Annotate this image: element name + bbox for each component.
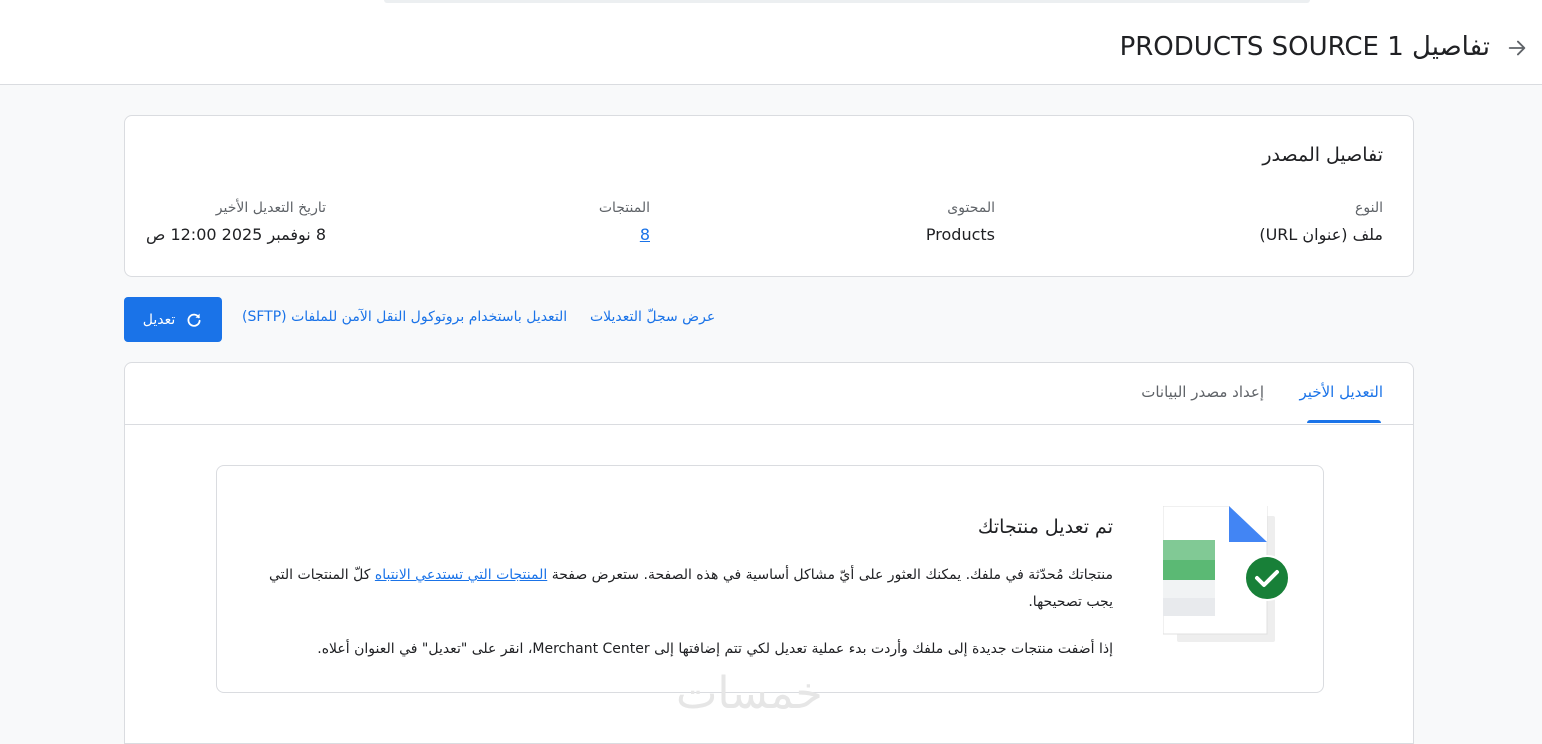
back-button[interactable] — [1500, 31, 1534, 65]
products-label: المنتجات — [598, 200, 650, 216]
view-history-link[interactable]: عرض سجلّ التعديلات — [590, 309, 715, 325]
type-field: النوع ملف (عنوان URL) — [1259, 200, 1383, 244]
refresh-icon — [187, 313, 201, 327]
type-label: النوع — [1355, 200, 1383, 216]
search-bar-edge — [384, 0, 1310, 3]
status-title: تم تعديل منتجاتك — [977, 516, 1113, 538]
last-update-label: تاريخ التعديل الأخير — [215, 200, 326, 216]
source-details-title: تفاصيل المصدر — [1262, 144, 1383, 166]
type-value: ملف (عنوان URL) — [1259, 225, 1383, 244]
status-paragraph-1: منتجاتك مُحدّثة في ملفك. يمكنك العثور عل… — [253, 562, 1113, 616]
page-title: تفاصيل PRODUCTS SOURCE 1 — [1119, 32, 1490, 62]
status-panel: تم تعديل منتجاتك منتجاتك مُحدّثة في ملفك… — [216, 465, 1324, 693]
products-needing-attention-link[interactable]: المنتجات التي تستدعي الانتباه — [375, 567, 547, 583]
page-header: تفاصيل PRODUCTS SOURCE 1 — [0, 14, 1542, 85]
status-paragraph-2: إذا أضفت منتجات جديدة إلى ملفك وأردت بدء… — [317, 641, 1113, 657]
spreadsheet-success-icon — [1163, 506, 1290, 642]
source-details-card: تفاصيل المصدر النوع ملف (عنوان URL) المح… — [124, 115, 1414, 277]
tabs-bar: التعديل الأخير إعداد مصدر البيانات — [125, 363, 1413, 425]
tab-last-update[interactable]: التعديل الأخير — [1300, 383, 1383, 401]
last-update-field: تاريخ التعديل الأخير 8 نوفمبر 2025 12:00… — [146, 200, 326, 244]
content-label: المحتوى — [947, 200, 995, 216]
content-value: Products — [925, 225, 995, 244]
status-text-1a: منتجاتك مُحدّثة في ملفك. يمكنك العثور عل… — [547, 567, 1113, 583]
refresh-button[interactable]: تعديل — [124, 297, 222, 342]
active-tab-indicator — [1307, 420, 1381, 423]
refresh-label: تعديل — [142, 311, 176, 328]
tab-data-source-setup[interactable]: إعداد مصدر البيانات — [1141, 383, 1264, 401]
arrow-back-icon — [1508, 40, 1526, 56]
top-strip — [0, 0, 1542, 15]
products-count-link[interactable]: 8 — [599, 225, 650, 244]
last-update-value: 8 نوفمبر 2025 12:00 ص — [146, 225, 326, 244]
content-field: المحتوى Products — [926, 200, 995, 244]
actions-bar: تعديل التعديل باستخدام بروتوكول النقل ال… — [124, 297, 1412, 342]
watermark-logo: خمسات — [676, 668, 823, 719]
products-field: المنتجات 8 — [599, 200, 650, 244]
sftp-update-link[interactable]: التعديل باستخدام بروتوكول النقل الآمن لل… — [242, 309, 567, 325]
